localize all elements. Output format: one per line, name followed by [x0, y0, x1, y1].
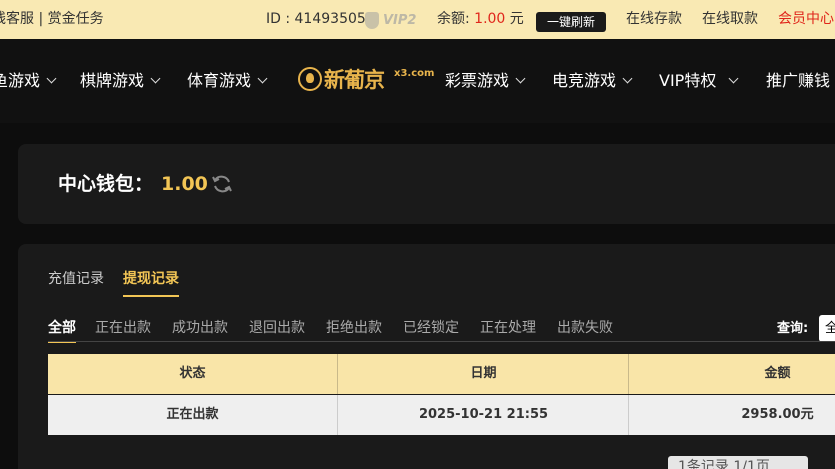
nav-item-vip[interactable]: VIP特权	[659, 39, 739, 123]
nav-label: 鱼游戏	[0, 71, 41, 90]
nav-label: 彩票游戏	[445, 71, 510, 90]
chevron-down-icon	[622, 73, 633, 84]
withdraw-link[interactable]: 在线取款	[702, 0, 758, 39]
records-panel: 充值记录 提现记录 全部 正在出款 成功出款 退回出款 拒绝出款 已经锁定 正在…	[18, 244, 835, 469]
wallet-label: 中心钱包：	[58, 173, 154, 195]
cell-amount: 2958.00元	[741, 407, 814, 422]
divider	[48, 341, 835, 342]
nav-item-fishing[interactable]: 鱼游戏	[0, 39, 57, 123]
tab-withdraw-records[interactable]: 提现记录	[123, 269, 179, 297]
filter-in-progress[interactable]: 正在处理	[480, 318, 536, 338]
filter-returned[interactable]: 退回出款	[249, 318, 305, 338]
query-select[interactable]: 全	[819, 315, 835, 342]
filter-failed[interactable]: 出款失败	[557, 318, 613, 338]
member-center-link[interactable]: 会员中心	[778, 0, 834, 39]
nav-label: 推广赚钱	[766, 71, 831, 90]
refresh-button[interactable]: 一键刷新	[536, 12, 606, 32]
cell-date: 2025-10-21 21:55	[339, 395, 629, 435]
vip-level: VIP2	[383, 13, 417, 28]
column-header-status: 状态	[48, 354, 338, 394]
pagination[interactable]: 1条记录 1/1页	[668, 456, 808, 469]
wallet-value: 1.00	[161, 173, 208, 195]
table-row: 正在出款 2025-10-21 21:55 2958.00元	[48, 395, 835, 435]
deposit-link[interactable]: 在线存款	[626, 0, 682, 39]
column-header-amount: 金额	[764, 366, 791, 381]
chevron-down-icon	[46, 73, 57, 84]
nav-label: 电竞游戏	[552, 71, 617, 90]
nav-label: 棋牌游戏	[80, 71, 145, 90]
logo-emblem-icon	[298, 67, 322, 91]
filter-rejected[interactable]: 拒绝出款	[326, 318, 382, 338]
user-id: ID : 41493505	[266, 11, 366, 27]
logo-text: 新葡京	[324, 67, 385, 92]
tab-deposit-records[interactable]: 充值记录	[48, 269, 104, 289]
nav-item-referral[interactable]: 推广赚钱	[766, 39, 830, 123]
filter-success[interactable]: 成功出款	[172, 318, 228, 338]
nav-item-sports[interactable]: 体育游戏	[187, 39, 268, 123]
main-nav: 鱼游戏 棋牌游戏 体育游戏 新葡京 x3.com 彩票游戏 电竞游戏 VIP特权…	[0, 39, 835, 123]
nav-label: VIP特权	[659, 71, 717, 90]
chevron-down-icon	[728, 73, 739, 84]
filter-locked[interactable]: 已经锁定	[403, 318, 459, 338]
filter-all[interactable]: 全部	[48, 318, 76, 343]
vip-shield-icon	[365, 12, 379, 29]
balance-unit: 元	[509, 11, 524, 27]
refresh-icon[interactable]	[210, 172, 234, 196]
wallet-card: 中心钱包： 1.00	[18, 144, 835, 224]
logo-subtext: x3.com	[394, 68, 435, 79]
nav-label: 体育游戏	[187, 71, 252, 90]
nav-item-esports[interactable]: 电竞游戏	[552, 39, 633, 123]
chevron-down-icon	[257, 73, 268, 84]
filter-processing-payout[interactable]: 正在出款	[95, 318, 151, 338]
balance-amount: 1.00	[474, 11, 506, 27]
balance-label: 余额:	[437, 11, 470, 27]
nav-item-lottery[interactable]: 彩票游戏	[445, 39, 526, 123]
cell-status: 正在出款	[48, 395, 338, 435]
column-header-date: 日期	[339, 354, 629, 394]
chevron-down-icon	[150, 73, 161, 84]
site-logo[interactable]: 新葡京 x3.com	[298, 66, 434, 96]
support-links[interactable]: 线客服 | 赏金任务	[0, 0, 104, 39]
nav-item-chess[interactable]: 棋牌游戏	[80, 39, 161, 123]
vip-badge: VIP2	[365, 11, 417, 31]
balance: 余额: 1.00 元	[437, 0, 524, 39]
chevron-down-icon	[515, 73, 526, 84]
top-bar: 线客服 | 赏金任务 ID : 41493505 VIP2 余额: 1.00 元…	[0, 0, 835, 39]
table-header: 状态 日期 金额	[48, 354, 835, 394]
query-label: 查询:	[777, 321, 809, 336]
